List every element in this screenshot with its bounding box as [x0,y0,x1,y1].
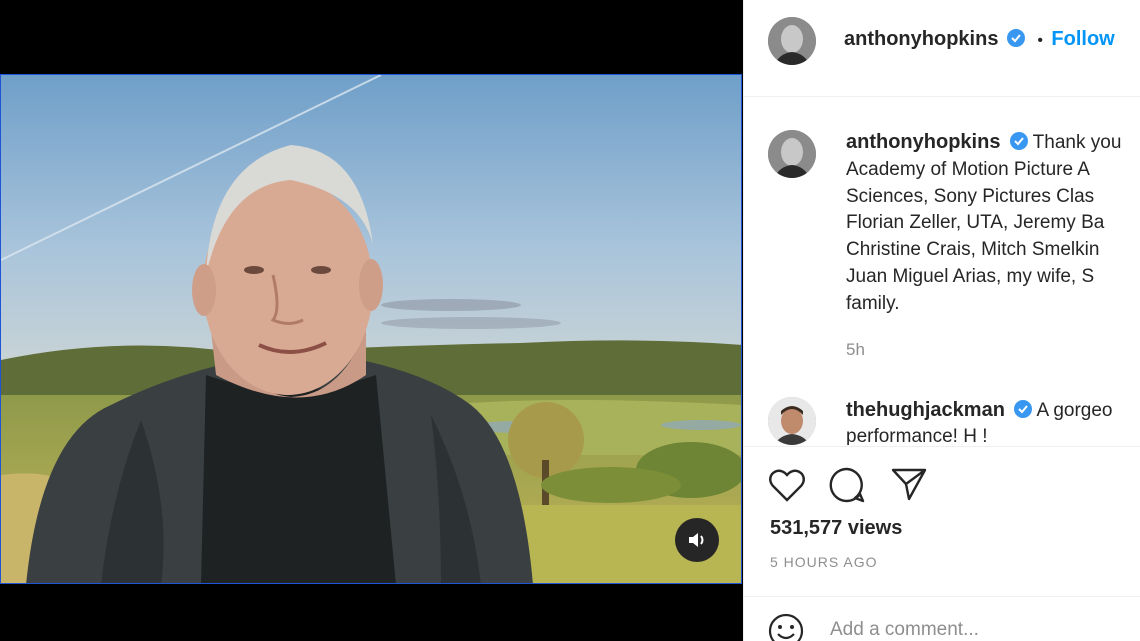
comment-input[interactable]: Add a comment... [830,619,979,641]
avatar-image [768,397,816,445]
add-comment-bar: Add a comment... [744,596,1140,641]
caption-line: family. [846,292,900,314]
verified-badge-icon [1009,132,1028,150]
caption-text: anthonyhopkins Thank you Academy of Moti… [846,129,1140,318]
post-sidebar: anthonyhopkins • Follow anthonyhopkins T… [743,0,1140,641]
share-icon[interactable] [890,466,928,502]
comment-icon[interactable] [828,466,866,504]
caption-avatar[interactable] [768,130,816,178]
caption-username[interactable]: anthonyhopkins [846,131,1000,153]
sound-on-icon [689,533,704,547]
video-frame-image [1,75,741,583]
comment-text: performance! H ! [846,426,988,445]
mute-button[interactable] [675,518,719,562]
avatar[interactable] [768,17,816,65]
post-actions: 531,577 views 5 HOURS AGO [744,446,1140,597]
follow-button[interactable]: Follow [1051,28,1114,50]
username-link[interactable]: anthonyhopkins [844,28,998,50]
avatar-image [768,130,816,178]
caption-line: Juan Miguel Arias, my wife, S [846,265,1095,287]
emoji-icon[interactable] [768,613,804,641]
comment-username[interactable]: thehughjackman [846,399,1005,421]
comment-avatar[interactable] [768,397,816,445]
caption-line: Florian Zeller, UTA, Jeremy Ba [846,212,1105,234]
caption-line: Thank you [1032,132,1122,153]
heart-icon[interactable] [768,467,806,503]
view-count[interactable]: 531,577 views [770,517,902,540]
caption-line: Academy of Motion Picture A [846,158,1090,180]
post-timestamp[interactable]: 5 HOURS AGO [770,554,877,570]
comments-section: anthonyhopkins Thank you Academy of Moti… [744,97,1140,445]
comment-item: thehughjackman A gorgeo performance! H ! [846,397,1113,445]
video-pane [0,0,743,641]
caption-line: Sciences, Sony Pictures Clas [846,185,1095,207]
caption-line: Christine Crais, Mitch Smelkin [846,239,1100,261]
caption-timestamp[interactable]: 5h [846,340,865,360]
video-player[interactable] [0,74,742,584]
header-user-row: anthonyhopkins • Follow [844,28,1115,51]
post-header: anthonyhopkins • Follow [744,0,1140,97]
verified-badge-icon [1014,400,1033,418]
comment-text: A gorgeo [1036,400,1113,421]
avatar-image [768,17,816,65]
separator-dot: • [1037,32,1043,49]
verified-badge-icon [1006,29,1025,47]
